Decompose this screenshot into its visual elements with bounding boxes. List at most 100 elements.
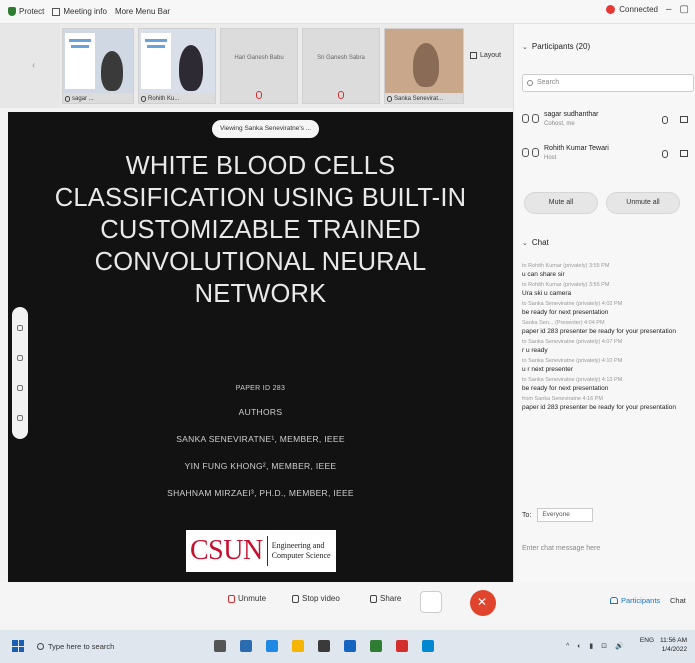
video-tile-5[interactable]: Sanka Senevirat... <box>384 28 464 104</box>
chat-text: u r next presenter <box>522 366 573 373</box>
strip-scroll-left[interactable]: ‹ <box>0 24 60 108</box>
file-explorer-icon[interactable] <box>292 640 304 652</box>
tile-name: Sanka Senevirat... <box>394 96 444 102</box>
slide-thumbnail <box>65 33 95 89</box>
video-tile-2[interactable]: Rohith Ku... <box>138 28 216 104</box>
webex-icon[interactable] <box>370 640 382 652</box>
authors-heading: AUTHORS <box>238 407 283 417</box>
share-icon <box>370 594 377 603</box>
paper-id: PAPER ID 283 <box>235 385 286 392</box>
app-icon[interactable] <box>266 640 278 652</box>
participant-video <box>179 45 203 91</box>
task-view-icon[interactable] <box>214 640 226 652</box>
viewing-indicator[interactable]: Viewing Sanka Seneviratne's ... <box>212 120 320 138</box>
camera-icon[interactable] <box>680 150 688 157</box>
chat-button[interactable]: Chat <box>670 596 686 605</box>
more-options-button[interactable] <box>420 591 442 613</box>
pointer-icon[interactable] <box>17 325 23 331</box>
title-line: CLASSIFICATION USING BUILT-IN <box>54 184 467 212</box>
pen-icon[interactable] <box>17 355 23 361</box>
camera-icon[interactable] <box>680 116 688 123</box>
stop-video-label: Stop video <box>302 594 340 603</box>
author-1: SANKA SENEVIRATNE¹, MEMBER, IEEE <box>176 434 345 444</box>
participant-row[interactable]: sagar sudhanthar Cohost, me <box>522 108 692 134</box>
system-tray-icons[interactable]: ^ ◐ ▮ ⊡ 🔊 <box>566 642 627 650</box>
logo-subtitle: Engineering and Computer Science <box>272 541 331 561</box>
tile-center-name: Sri Ganesh Sabra <box>317 55 365 61</box>
tile-name: sagar ... <box>72 96 94 102</box>
windows-start-icon[interactable] <box>12 640 24 652</box>
mic-icon <box>522 148 529 157</box>
chat-label: Chat <box>670 596 686 605</box>
camera-icon <box>292 594 299 603</box>
slide-title: WHITE BLOOD CELLS CLASSIFICATION USING B… <box>28 150 493 310</box>
layout-label: Layout <box>480 52 502 59</box>
participants-label: Participants <box>621 596 661 605</box>
search-icon <box>527 80 533 86</box>
mic-icon[interactable] <box>662 116 668 124</box>
chat-message: to Sanka Seneviratne (privately) 4:13 PM… <box>522 376 694 393</box>
share-button[interactable]: Share <box>370 594 401 603</box>
chat-message: to Sanka Seneviratne (privately) 4:02 PM… <box>522 300 694 317</box>
more-menu-label: More Menu Bar <box>114 7 171 16</box>
close-icon: ✕ <box>477 595 488 609</box>
taskbar-search-input[interactable]: Type here to search <box>34 638 184 655</box>
participant-role: Host <box>544 155 557 161</box>
system-clock[interactable]: ENG 11:56 AM 1/4/2022 <box>640 636 687 654</box>
video-tile-1[interactable]: sagar ... <box>62 28 134 104</box>
connected-label: Connected <box>619 5 658 14</box>
participants-button[interactable]: Participants <box>610 596 660 605</box>
chevron-down-icon: ⌄ <box>522 239 528 247</box>
meeting-info-item[interactable]: Meeting info <box>52 7 107 16</box>
protect-item[interactable]: Protect <box>8 7 44 16</box>
mic-icon <box>141 96 146 102</box>
unmute-all-button[interactable]: Unmute all <box>606 192 680 214</box>
video-tile-3[interactable]: Hari Ganesh Babu <box>220 28 298 104</box>
csun-logo: CSUN Engineering and Computer Science <box>186 530 336 572</box>
stop-video-button[interactable]: Stop video <box>292 594 340 603</box>
chat-text: paper id 283 presenter be ready for your… <box>522 328 676 335</box>
mute-all-button[interactable]: Mute all <box>524 192 598 214</box>
participants-title: Participants (20) <box>531 42 591 51</box>
unmute-button[interactable]: Unmute <box>228 594 266 603</box>
chat-message-input[interactable]: Enter chat message here <box>522 536 694 562</box>
chat-message: to Sanka Seneviratne (privately) 4:07 PM… <box>522 338 694 355</box>
leave-meeting-button[interactable]: ✕ <box>470 590 496 616</box>
chevron-down-icon: ⌄ <box>522 43 528 51</box>
participant-video <box>413 43 439 87</box>
chat-meta: to Rohith Kumar (privately) 3:55 PM <box>522 263 610 269</box>
mic-muted-icon <box>338 91 344 99</box>
title-line: WHITE BLOOD CELLS <box>125 152 396 180</box>
restore-button[interactable]: ▢ <box>680 4 689 15</box>
annotation-toolbar <box>12 307 28 439</box>
edge-icon[interactable] <box>240 640 252 652</box>
connection-status[interactable]: Connected <box>606 5 658 14</box>
author-2: YIN FUNG KHONG², MEMBER, IEEE <box>184 461 337 471</box>
mic-icon <box>387 96 392 102</box>
chat-text: be ready for next presentation <box>522 385 609 392</box>
more-menu-item[interactable]: More Menu Bar <box>115 7 170 16</box>
logo-main: CSUN <box>190 535 263 566</box>
mic-muted-icon <box>228 594 235 603</box>
participants-header[interactable]: ⌄ Participants (20) <box>522 42 590 51</box>
store-icon[interactable] <box>318 640 330 652</box>
participant-search-input[interactable]: Search <box>522 74 694 92</box>
avatar <box>532 148 539 157</box>
chat-recipient-select[interactable]: Everyone <box>537 508 594 522</box>
video-tile-4[interactable]: Sri Ganesh Sabra <box>302 28 380 104</box>
chat-text: be ready for next presentation <box>522 309 609 316</box>
minimize-button[interactable]: – <box>666 4 672 15</box>
app-icon[interactable] <box>422 640 434 652</box>
mic-icon[interactable] <box>662 150 668 158</box>
search-placeholder: Search <box>537 79 560 86</box>
chrome-icon[interactable] <box>396 640 408 652</box>
more-tools-icon[interactable] <box>17 415 23 421</box>
layout-button[interactable]: Layout <box>470 52 501 59</box>
participant-row[interactable]: Rohith Kumar Tewari Host <box>522 142 692 168</box>
participant-name: Rohith Kumar Tewari <box>544 145 609 152</box>
eraser-icon[interactable] <box>17 385 23 391</box>
mail-icon[interactable] <box>344 640 356 652</box>
protect-label: Protect <box>19 7 45 16</box>
chat-header[interactable]: ⌄ Chat <box>522 238 549 247</box>
clock-date: 1/4/2022 <box>661 646 687 653</box>
